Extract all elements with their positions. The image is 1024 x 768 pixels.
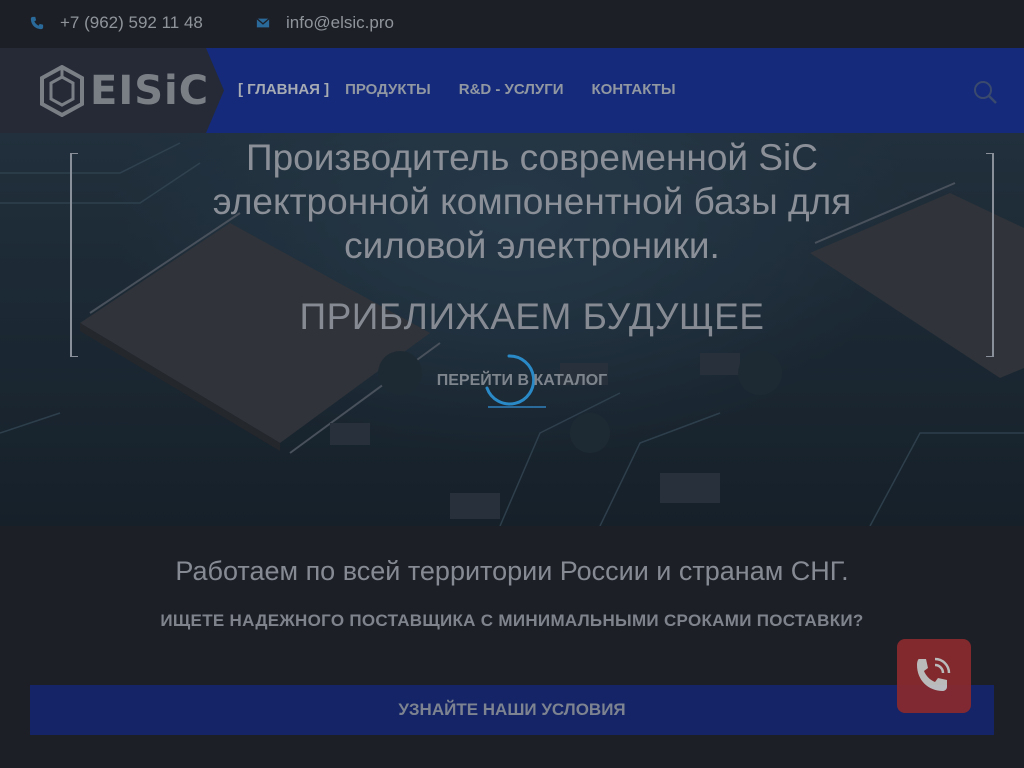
bracket-right [986,153,994,357]
phone-contact[interactable]: +7 (962) 592 11 48 [30,13,203,33]
hero-subtitle: ПРИБЛИЖАЕМ БУДУЩЕЕ [299,296,765,337]
logo-hexagon-icon [40,65,84,117]
top-bar: +7 (962) 592 11 48 info@elsic.pro [0,0,1024,48]
nav-item-products[interactable]: ПРОДУКТЫ [345,81,431,98]
nav-item-contacts[interactable]: КОНТАКТЫ [592,81,676,98]
call-button[interactable] [897,639,971,713]
hero-title: Производитель современной SiC электронно… [120,136,944,268]
nav-item-rd-services[interactable]: R&D - УСЛУГИ [459,81,564,98]
email-contact[interactable]: info@elsic.pro [256,13,394,33]
logo-text: EISiC [90,68,210,114]
site-logo[interactable]: EISiC [40,65,209,117]
phone-number[interactable]: +7 (962) 592 11 48 [60,13,203,33]
supplier-question: ИЩЕТЕ НАДЕЖНОГО ПОСТАВЩИКА С МИНИМАЛЬНЫМ… [160,611,864,630]
hero-title-line: силовой электроники. [344,225,720,266]
email-address[interactable]: info@elsic.pro [286,13,394,33]
phone-icon [30,16,44,30]
learn-terms-button[interactable]: УЗНАЙТЕ НАШИ УСЛОВИЯ [30,685,994,735]
bracket-left [70,153,78,357]
catalog-link-underline [488,406,546,408]
hero-title-line: Производитель современной SiC [245,137,818,178]
hero-title-line: электронной компонентной базы для [212,181,852,222]
envelope-icon [256,18,270,28]
nav-item-home[interactable]: [ ГЛАВНАЯ ] [238,81,329,98]
phone-call-icon [917,657,951,691]
main-nav: [ ГЛАВНАЯ ] ПРОДУКТЫ R&D - УСЛУГИ КОНТАК… [238,81,704,98]
coverage-headline: Работаем по всей территории России и стр… [175,556,849,586]
search-icon[interactable] [972,79,998,105]
catalog-link[interactable]: ПЕРЕЙТИ В КАТАЛОГ [412,372,632,390]
